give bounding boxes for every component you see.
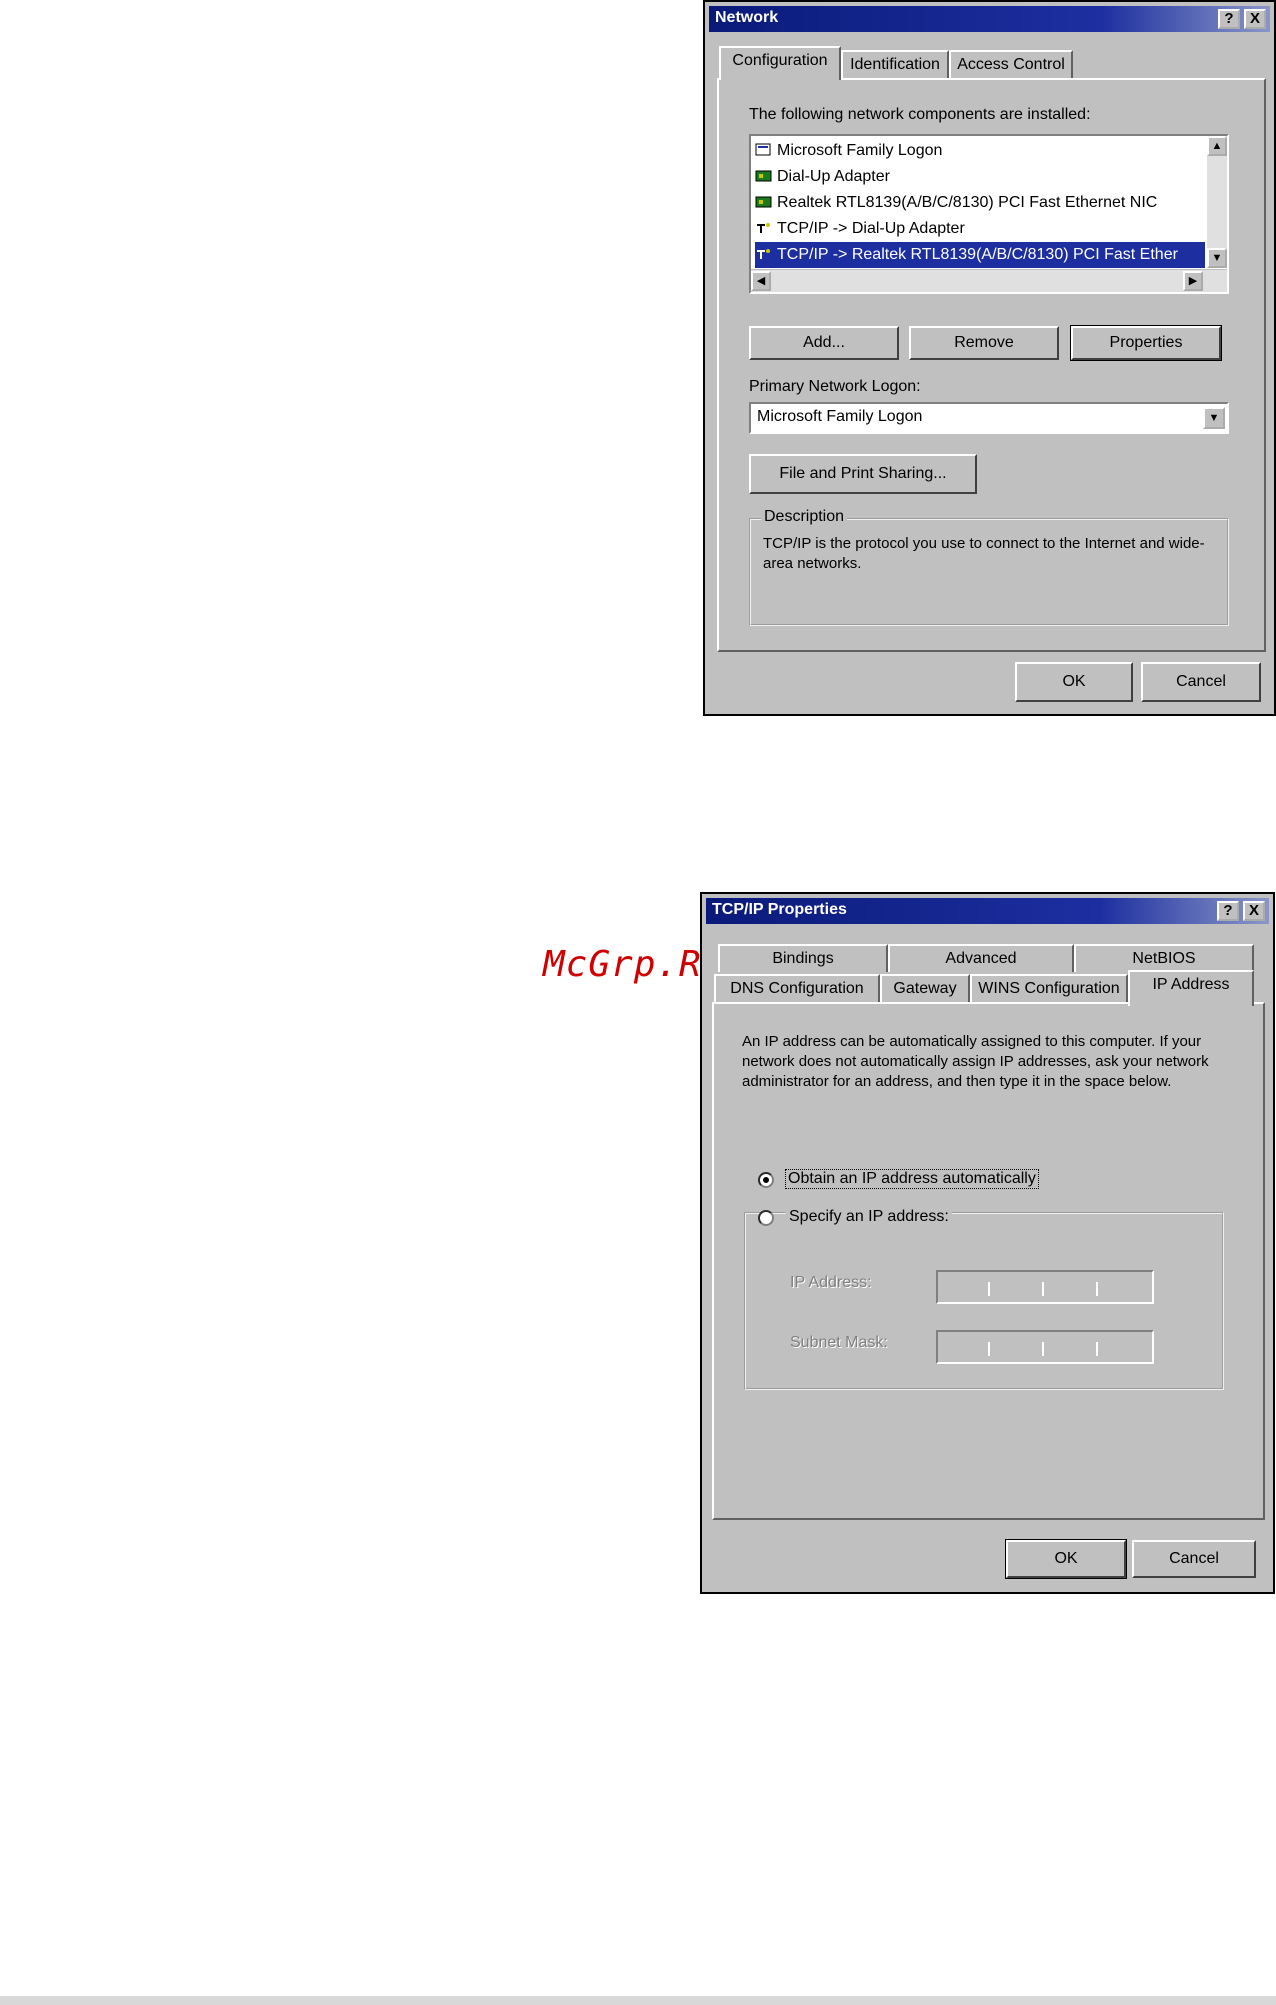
network-title: Network — [715, 9, 779, 26]
tab-gateway[interactable]: Gateway — [880, 974, 970, 1004]
network-cancel-button[interactable]: Cancel — [1141, 662, 1261, 702]
tab-access-control[interactable]: Access Control — [949, 50, 1073, 80]
list-item[interactable]: Microsoft Family Logon — [755, 138, 1205, 164]
properties-button[interactable]: Properties — [1070, 325, 1222, 361]
tab-configuration[interactable]: Configuration — [719, 46, 841, 80]
radio-obtain-automatically[interactable] — [758, 1172, 774, 1188]
network-ok-button[interactable]: OK — [1015, 662, 1133, 702]
radio-specify-label[interactable]: Specify an IP address: — [786, 1208, 952, 1226]
tcpip-properties-dialog: TCP/IP Properties ? X Bindings Advanced … — [700, 892, 1275, 1594]
primary-logon-label: Primary Network Logon: — [749, 378, 921, 395]
help-button[interactable]: ? — [1218, 9, 1240, 29]
tab-wins-configuration[interactable]: WINS Configuration — [970, 974, 1128, 1004]
tcpip-title: TCP/IP Properties — [712, 901, 847, 918]
tab-advanced[interactable]: Advanced — [888, 944, 1074, 972]
octet-separator — [1042, 1282, 1044, 1296]
octet-separator — [988, 1282, 990, 1296]
tcpip-cancel-button[interactable]: Cancel — [1132, 1540, 1256, 1578]
tab-dns-configuration[interactable]: DNS Configuration — [714, 974, 880, 1004]
subnet-mask-label: Subnet Mask: — [790, 1334, 888, 1351]
adapter-icon — [755, 196, 772, 208]
protocol-icon — [757, 223, 770, 233]
primary-logon-value: Microsoft Family Logon — [757, 408, 923, 425]
radio-selected-dot — [763, 1177, 769, 1183]
remove-button[interactable]: Remove — [909, 326, 1059, 360]
page-footer-bar — [0, 1996, 1276, 2005]
octet-separator — [988, 1342, 990, 1356]
tcpip-titlebar[interactable]: TCP/IP Properties ? X — [706, 898, 1269, 924]
primary-logon-select[interactable]: Microsoft Family Logon ▼ — [749, 402, 1229, 434]
close-button[interactable]: X — [1244, 9, 1266, 29]
octet-separator — [1096, 1342, 1098, 1356]
ip-address-field[interactable] — [936, 1270, 1154, 1304]
chevron-down-icon[interactable]: ▼ — [1203, 407, 1225, 429]
description-group: Description TCP/IP is the protocol you u… — [749, 508, 1229, 626]
client-icon — [755, 143, 771, 156]
ip-address-panel: An IP address can be automatically assig… — [712, 1002, 1265, 1520]
subnet-mask-field[interactable] — [936, 1330, 1154, 1364]
list-item[interactable]: TCP/IP -> Dial-Up Adapter — [755, 216, 1205, 242]
description-label: Description — [761, 508, 848, 526]
network-dialog: Network ? X Configuration Identification… — [703, 0, 1276, 716]
tab-netbios[interactable]: NetBIOS — [1074, 944, 1254, 972]
octet-separator — [1096, 1282, 1098, 1296]
scroll-right-button[interactable]: ▶ — [1183, 271, 1203, 291]
add-button[interactable]: Add... — [749, 326, 899, 360]
list-item[interactable]: Dial-Up Adapter — [755, 164, 1205, 190]
radio-obtain-label[interactable]: Obtain an IP address automatically — [785, 1169, 1039, 1189]
installed-components-label: The following network components are ins… — [749, 106, 1091, 123]
network-titlebar[interactable]: Network ? X — [709, 6, 1270, 32]
scroll-left-button[interactable]: ◀ — [751, 271, 771, 291]
tab-ip-address[interactable]: IP Address — [1128, 970, 1254, 1006]
protocol-icon — [757, 249, 770, 259]
description-text: TCP/IP is the protocol you use to connec… — [763, 535, 1205, 572]
list-item[interactable]: Realtek RTL8139(A/B/C/8130) PCI Fast Eth… — [755, 190, 1205, 216]
configuration-panel: The following network components are ins… — [717, 78, 1266, 652]
close-button[interactable]: X — [1243, 901, 1265, 921]
watermark: McGrp.Ru — [543, 944, 725, 985]
file-print-sharing-button[interactable]: File and Print Sharing... — [749, 454, 977, 494]
list-item-selected[interactable]: TCP/IP -> Realtek RTL8139(A/B/C/8130) PC… — [755, 242, 1205, 268]
radio-specify-ip[interactable] — [758, 1210, 774, 1226]
horizontal-scrollbar[interactable]: ◀ ▶ — [751, 269, 1227, 292]
help-button[interactable]: ? — [1217, 901, 1239, 921]
tcpip-ok-button[interactable]: OK — [1005, 1539, 1127, 1579]
octet-separator — [1042, 1342, 1044, 1356]
scroll-down-button[interactable]: ▼ — [1207, 248, 1227, 268]
tab-identification[interactable]: Identification — [841, 50, 949, 80]
ip-intro-text: An IP address can be automatically assig… — [742, 1033, 1209, 1090]
scroll-up-button[interactable]: ▲ — [1207, 136, 1227, 156]
ip-address-label: IP Address: — [790, 1274, 872, 1291]
adapter-icon — [755, 170, 772, 182]
components-list[interactable]: Microsoft Family Logon Dial-Up Adapter R… — [749, 134, 1229, 294]
tab-bindings[interactable]: Bindings — [718, 944, 888, 972]
